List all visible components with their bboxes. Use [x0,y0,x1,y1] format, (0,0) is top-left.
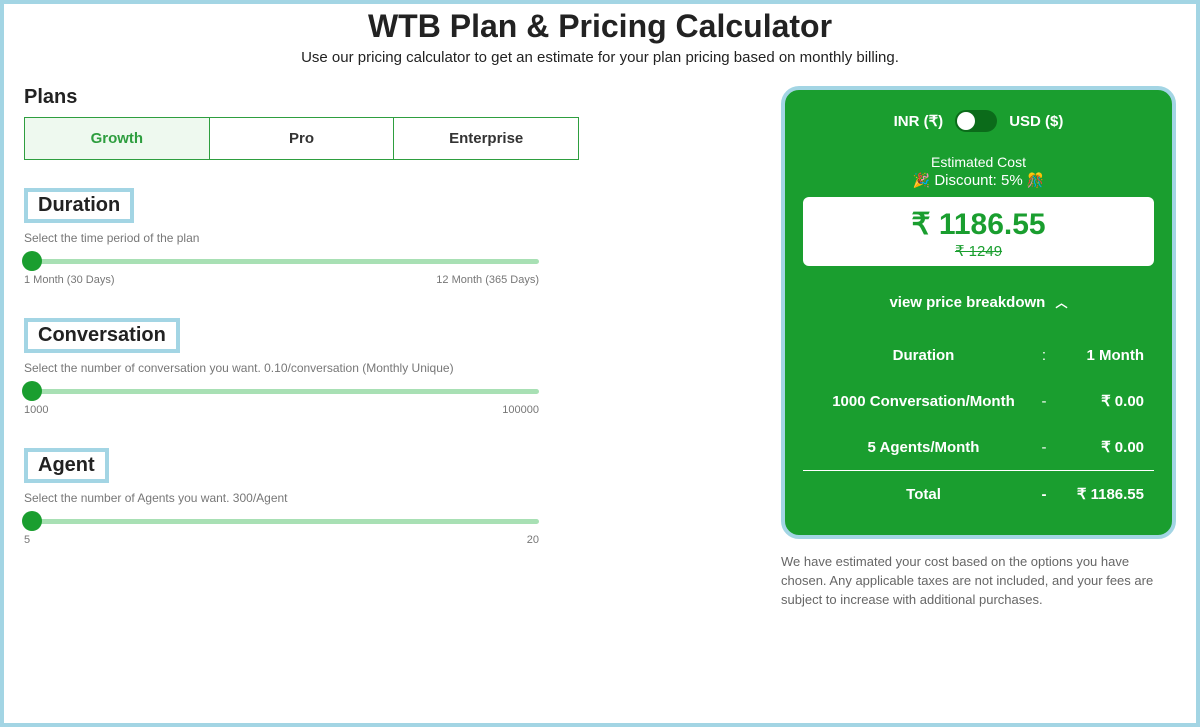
tab-enterprise[interactable]: Enterprise [394,117,579,160]
breakdown-toggle-label: view price breakdown [889,294,1045,311]
duration-max-label: 12 Month (365 Days) [436,274,539,286]
breakdown-row-duration: Duration : 1 Month [803,333,1154,378]
duration-block: Duration Select the time period of the p… [24,188,751,286]
discount-text: Discount: 5% [934,172,1022,189]
duration-min-label: 1 Month (30 Days) [24,274,114,286]
agent-block: Agent Select the number of Agents you wa… [24,448,751,546]
chevron-up-icon: ︿ [1056,294,1068,311]
agent-slider[interactable]: 5 20 [24,519,539,546]
price-box: ₹ 1186.55 ₹ 1249 [803,197,1154,266]
tab-growth[interactable]: Growth [24,117,210,160]
duration-desc: Select the time period of the plan [24,231,751,245]
conversation-slider[interactable]: 1000 100000 [24,389,539,416]
agent-max-label: 20 [527,534,539,546]
currency-inr-label: INR (₹) [894,112,944,130]
duration-slider[interactable]: 1 Month (30 Days) 12 Month (365 Days) [24,259,539,286]
breakdown-duration-label: Duration [813,347,1034,364]
estimate-card: INR (₹) USD ($) Estimated Cost 🎉 Discoun… [781,86,1176,539]
agent-desc: Select the number of Agents you want. 30… [24,491,751,505]
breakdown-row-total: Total - ₹ 1186.55 [803,470,1154,517]
duration-title: Duration [24,188,134,223]
duration-slider-thumb[interactable] [22,251,42,271]
agent-slider-thumb[interactable] [22,511,42,531]
breakdown-agents-value: ₹ 0.00 [1054,438,1144,456]
currency-toggle[interactable] [955,110,997,132]
breakdown-row-conversation: 1000 Conversation/Month - ₹ 0.00 [803,378,1154,424]
agent-title: Agent [24,448,109,483]
breakdown-duration-value: 1 Month [1054,347,1144,364]
breakdown-row-agents: 5 Agents/Month - ₹ 0.00 [803,424,1154,470]
confetti-ball-icon: 🎊 [1027,172,1044,188]
conversation-slider-thumb[interactable] [22,381,42,401]
estimated-cost-label: Estimated Cost [803,154,1154,170]
breakdown-duration-sep: : [1034,347,1054,364]
breakdown-toggle[interactable]: view price breakdown ︿ [803,294,1154,311]
plans-label: Plans [24,86,751,109]
currency-toggle-knob [957,112,975,130]
breakdown-total-label: Total [813,486,1034,503]
plan-tabs: Growth Pro Enterprise [24,117,579,160]
price-main: ₹ 1186.55 [803,207,1154,242]
party-popper-icon: 🎉 [913,172,930,188]
breakdown-total-sep: - [1034,486,1054,503]
conversation-block: Conversation Select the number of conver… [24,318,751,416]
breakdown-conversation-sep: - [1034,393,1054,410]
breakdown-conversation-value: ₹ 0.00 [1054,392,1144,410]
conversation-max-label: 100000 [502,404,539,416]
breakdown-agents-label: 5 Agents/Month [813,439,1034,456]
currency-usd-label: USD ($) [1009,113,1063,130]
page-title: WTB Plan & Pricing Calculator [24,8,1176,45]
conversation-desc: Select the number of conversation you wa… [24,361,751,375]
breakdown-conversation-label: 1000 Conversation/Month [813,393,1034,410]
agent-min-label: 5 [24,534,30,546]
price-original: ₹ 1249 [803,242,1154,260]
page-subtitle: Use our pricing calculator to get an est… [24,49,1176,66]
discount-line: 🎉 Discount: 5% 🎊 [803,172,1154,189]
disclaimer-text: We have estimated your cost based on the… [781,553,1176,610]
conversation-title: Conversation [24,318,180,353]
tab-pro[interactable]: Pro [210,117,395,160]
breakdown-total-value: ₹ 1186.55 [1054,485,1144,503]
breakdown-agents-sep: - [1034,439,1054,456]
conversation-min-label: 1000 [24,404,48,416]
